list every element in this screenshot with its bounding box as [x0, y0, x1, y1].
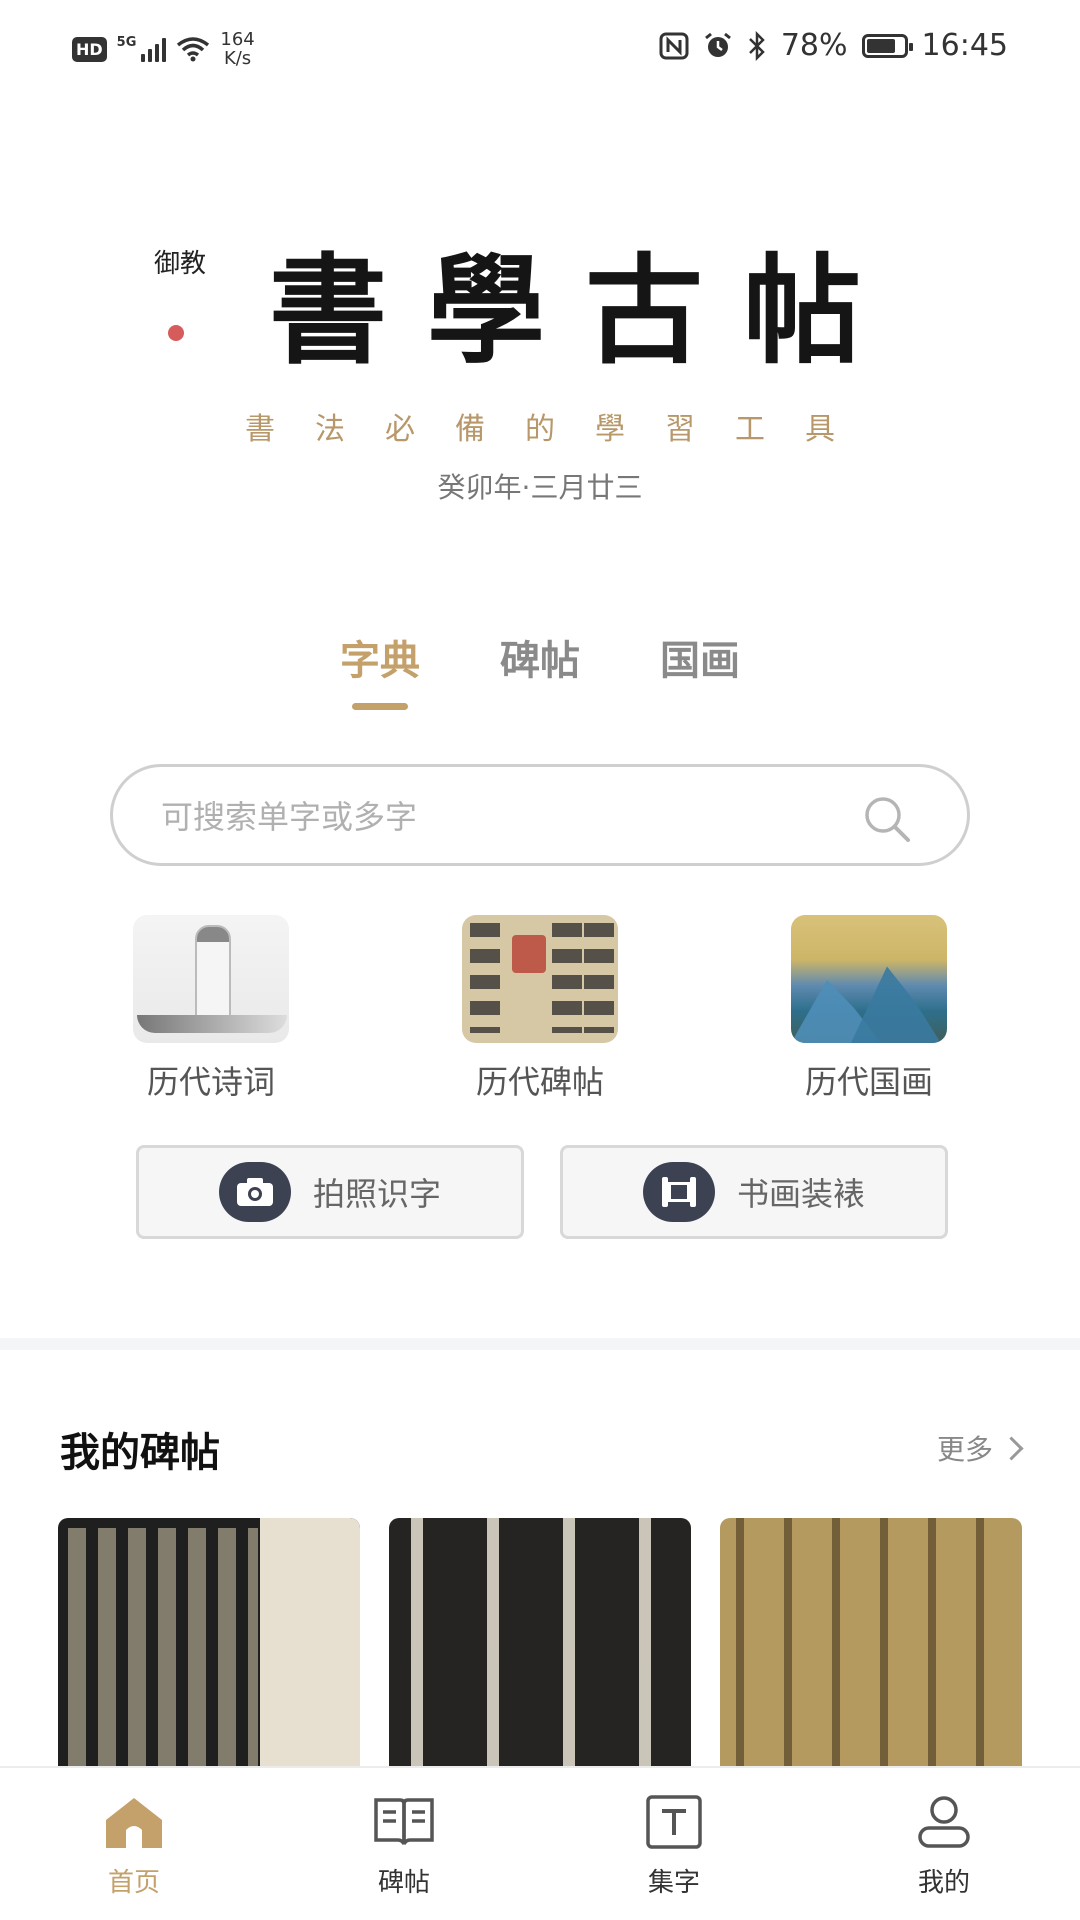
photo-recognize-label: 拍照识字	[312, 1175, 441, 1213]
my-tablets-title: 我的碑帖	[60, 1430, 220, 1476]
user-icon	[918, 1796, 970, 1848]
text-box-icon	[646, 1795, 702, 1849]
network-speed: 164 K/s	[220, 29, 255, 69]
nfc-icon	[659, 32, 689, 59]
category-poetry[interactable]: 历代诗词	[131, 915, 291, 1103]
search-icon[interactable]	[863, 795, 911, 843]
bluetooth-icon	[748, 30, 765, 61]
camera-icon	[218, 1162, 291, 1222]
category-label: 历代诗词	[146, 1063, 275, 1101]
section-divider	[0, 1338, 1080, 1350]
search-tabs: 字典 碑帖 国画	[0, 628, 1080, 686]
chevron-right-icon	[999, 1435, 1024, 1461]
battery-percent: 78%	[780, 28, 848, 63]
home-icon	[106, 1798, 162, 1848]
nav-home[interactable]: 首页	[74, 1794, 194, 1899]
calligraphy-image	[720, 1518, 1022, 1768]
mounting-label: 书画装裱	[736, 1175, 865, 1213]
bottom-navigation: 首页 碑帖 集字 我的	[0, 1766, 1080, 1920]
scroll-mount-icon	[642, 1162, 715, 1222]
network-type: 5G	[116, 35, 137, 50]
more-link[interactable]: 更多	[936, 1428, 1024, 1468]
battery-fill	[866, 38, 895, 53]
tablets-thumbnail	[462, 915, 618, 1043]
search-bar[interactable]	[110, 764, 970, 866]
book-icon	[374, 1798, 434, 1845]
tablet-card[interactable]	[58, 1518, 360, 1768]
tab-paintings[interactable]: 国画	[660, 628, 740, 686]
more-label: 更多	[936, 1433, 993, 1466]
category-label: 历代国画	[804, 1063, 933, 1101]
clock: 16:45	[921, 28, 1008, 63]
logo-seal-text: 御教	[153, 249, 206, 279]
logo-subtitle: 書法必備的學習工具	[245, 412, 875, 447]
nav-collect-chars[interactable]: 集字	[614, 1794, 734, 1899]
my-tablets-list	[58, 1518, 1022, 1768]
logo-title: 書學古帖	[268, 241, 901, 380]
status-left: HD 5G 164 K/s	[72, 30, 255, 68]
nav-profile[interactable]: 我的	[884, 1794, 1004, 1899]
tab-dictionary[interactable]: 字典	[340, 628, 420, 686]
photo-recognize-button[interactable]: 拍照识字	[136, 1145, 524, 1239]
tab-tablets[interactable]: 碑帖	[500, 628, 580, 686]
tablet-card[interactable]	[720, 1518, 1022, 1768]
poetry-thumbnail	[133, 915, 289, 1043]
status-bar: HD 5G 164 K/s 78% 16:45	[0, 0, 1080, 100]
cellular-signal-icon: 5G	[117, 36, 167, 62]
nav-tablets[interactable]: 碑帖	[344, 1794, 464, 1899]
logo-seal-stamp	[168, 325, 184, 341]
tablet-card[interactable]	[389, 1518, 691, 1768]
wifi-icon	[177, 37, 210, 62]
mounting-button[interactable]: 书画装裱	[560, 1145, 948, 1239]
category-label: 历代碑帖	[475, 1063, 604, 1101]
search-input[interactable]	[159, 789, 863, 845]
calligraphy-image	[68, 1528, 258, 1768]
battery-icon	[861, 33, 913, 58]
status-right: 78% 16:45	[659, 28, 1008, 63]
calligraphy-image	[389, 1518, 691, 1768]
lunar-date: 癸卯年·三月廿三	[437, 471, 643, 504]
poet-figure-image	[195, 925, 231, 1029]
hd-badge: HD	[72, 36, 107, 62]
alarm-icon	[704, 32, 731, 57]
paintings-thumbnail	[791, 915, 947, 1043]
app-logo: 御教 書學古帖 書法必備的學習工具 癸卯年·三月廿三	[0, 215, 1080, 506]
category-tablets[interactable]: 历代碑帖	[460, 915, 620, 1103]
category-paintings[interactable]: 历代国画	[789, 915, 949, 1103]
